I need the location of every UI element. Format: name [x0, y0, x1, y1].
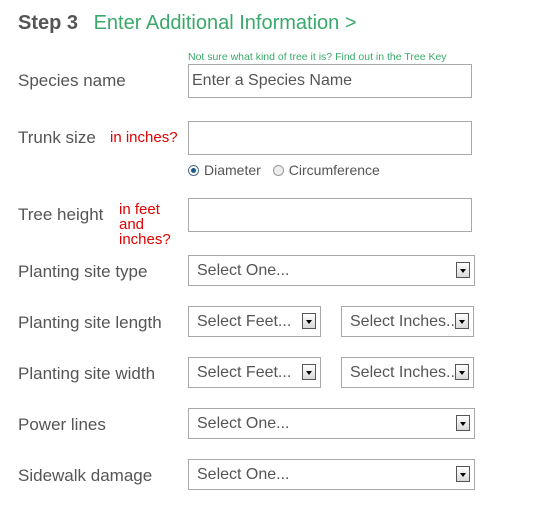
step-header: Step 3 Enter Additional Information >	[18, 12, 357, 35]
radio-checked-icon[interactable]	[188, 164, 199, 176]
sidewalk-damage-label: Sidewalk damage	[18, 466, 153, 485]
planting-site-width-label: Planting site width	[18, 364, 156, 383]
tree-height-input[interactable]	[188, 198, 472, 232]
dropdown-arrow-icon[interactable]	[455, 364, 469, 380]
dropdown-arrow-icon[interactable]	[456, 262, 470, 278]
diameter-radio[interactable]: Diameter	[188, 162, 261, 178]
sidewalk-damage-value: Select One...	[197, 466, 290, 483]
step-title: Enter Additional Information >	[93, 12, 357, 34]
tree-height-hint-line: inches?	[119, 231, 171, 248]
species-name-input[interactable]	[188, 64, 472, 98]
trunk-size-label: Trunk size	[18, 128, 96, 147]
trunk-measure-radio-group: Diameter Circumference	[188, 162, 392, 178]
dropdown-arrow-icon[interactable]	[456, 466, 470, 482]
tree-height-hint-line: and	[119, 216, 145, 233]
site-width-feet-value: Select Feet...	[197, 364, 292, 381]
site-length-inches-select[interactable]: Select Inches...	[341, 306, 474, 337]
circumference-radio-label: Circumference	[288, 162, 380, 178]
planting-site-type-label: Planting site type	[18, 262, 148, 281]
power-lines-label: Power lines	[18, 415, 106, 434]
diameter-radio-label: Diameter	[204, 162, 261, 178]
tree-height-hint: in feet and inches?	[119, 202, 171, 247]
power-lines-select[interactable]: Select One...	[188, 408, 475, 439]
trunk-size-input[interactable]	[188, 121, 472, 155]
dropdown-arrow-icon[interactable]	[456, 415, 470, 431]
site-length-feet-value: Select Feet...	[197, 313, 292, 330]
site-width-feet-select[interactable]: Select Feet...	[188, 357, 321, 388]
dropdown-arrow-icon[interactable]	[455, 313, 469, 329]
radio-unchecked-icon[interactable]	[272, 164, 284, 176]
tree-height-label: Tree height	[18, 205, 104, 224]
dropdown-arrow-icon[interactable]	[302, 313, 316, 329]
planting-site-type-select[interactable]: Select One...	[188, 255, 475, 286]
tree-height-hint-line: in feet	[119, 201, 160, 218]
site-length-feet-select[interactable]: Select Feet...	[188, 306, 321, 337]
planting-site-length-label: Planting site length	[18, 313, 162, 332]
sidewalk-damage-select[interactable]: Select One...	[188, 459, 475, 490]
tree-key-link[interactable]: Not sure what kind of tree it is? Find o…	[188, 51, 447, 63]
planting-site-type-value: Select One...	[197, 262, 290, 279]
step-number: Step 3	[18, 12, 79, 34]
trunk-size-hint: in inches?	[110, 129, 178, 146]
site-width-inches-value: Select Inches...	[350, 364, 454, 381]
dropdown-arrow-icon[interactable]	[302, 364, 316, 380]
circumference-radio[interactable]: Circumference	[272, 162, 380, 178]
site-width-inches-select[interactable]: Select Inches...	[341, 357, 474, 388]
power-lines-value: Select One...	[197, 415, 290, 432]
site-length-inches-value: Select Inches...	[350, 313, 454, 330]
species-name-label: Species name	[18, 71, 126, 90]
